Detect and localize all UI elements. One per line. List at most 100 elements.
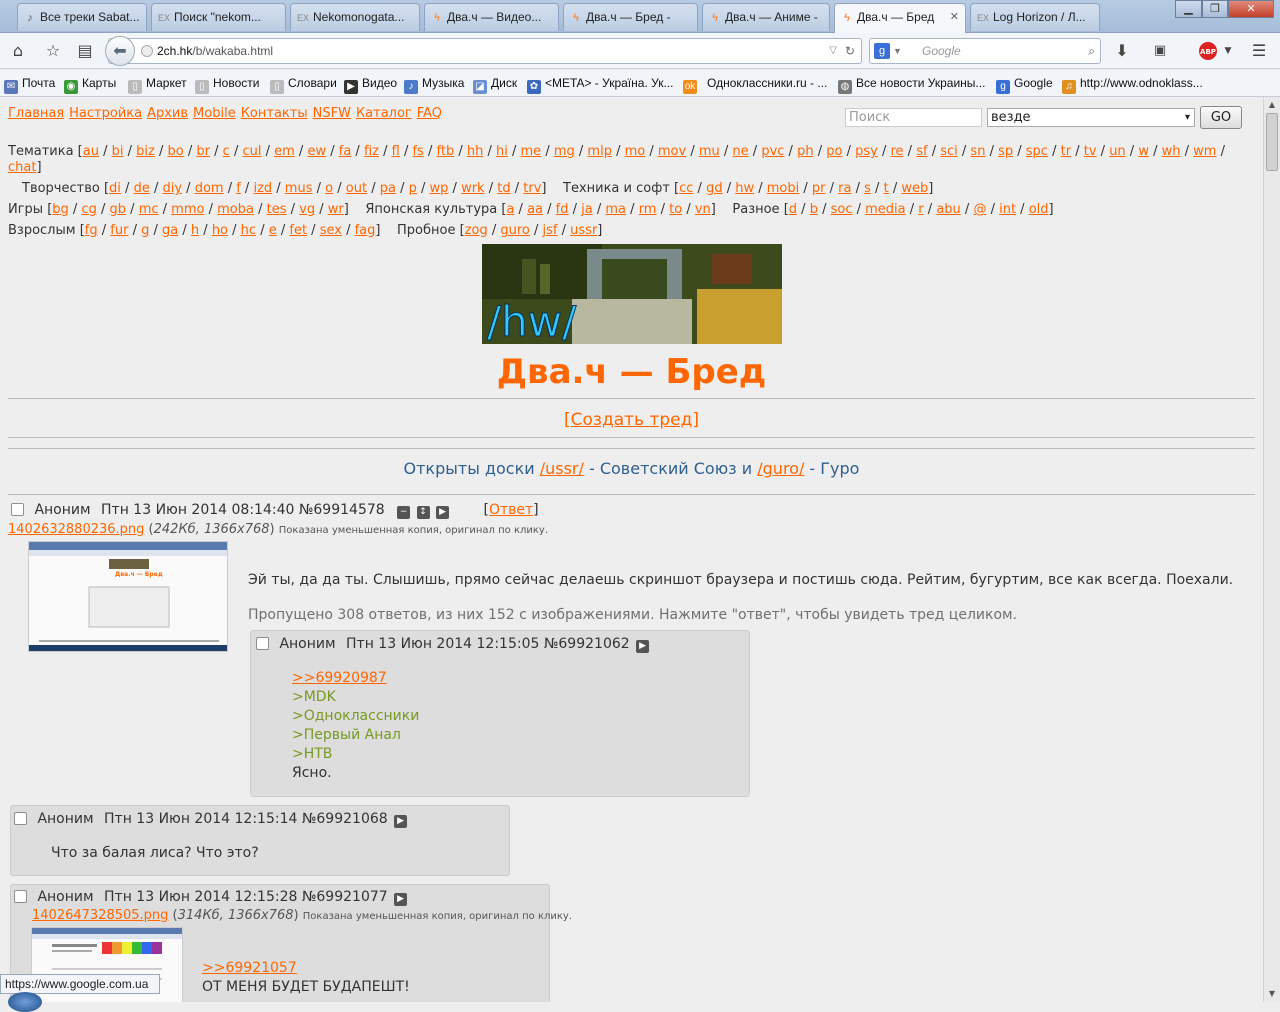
bookmark-meta[interactable]: ✿ <META> - Україна. Ук... bbox=[527, 76, 673, 94]
board-link[interactable]: d bbox=[789, 202, 797, 217]
play-icon[interactable]: ▶ bbox=[394, 815, 408, 828]
board-link[interactable]: zog bbox=[465, 223, 488, 238]
board-link[interactable]: r bbox=[918, 202, 923, 217]
board-link[interactable]: fl bbox=[392, 144, 400, 159]
tab-6-active[interactable]: ϟ Два.ч — Бред ✕ bbox=[834, 3, 966, 33]
reply-file-link[interactable]: 1402647328505.png bbox=[32, 908, 168, 923]
post-checkbox[interactable] bbox=[14, 812, 27, 825]
site-nav-link[interactable]: Каталог bbox=[356, 106, 412, 121]
board-link[interactable]: diy bbox=[162, 181, 182, 196]
board-link[interactable]: c bbox=[223, 144, 230, 159]
board-link[interactable]: t bbox=[884, 181, 889, 196]
board-link[interactable]: hh bbox=[467, 144, 483, 159]
board-link[interactable]: vg bbox=[299, 202, 315, 217]
board-link[interactable]: sn bbox=[970, 144, 985, 159]
board-link[interactable]: bg bbox=[52, 202, 69, 217]
board-link[interactable]: h bbox=[191, 223, 199, 238]
board-link[interactable]: mg bbox=[554, 144, 575, 159]
board-link[interactable]: td bbox=[497, 181, 510, 196]
board-link[interactable]: ussr bbox=[570, 223, 597, 238]
reload-icon[interactable]: ↻ bbox=[845, 39, 855, 63]
bookmark-video[interactable]: ▶ Видео bbox=[344, 76, 397, 94]
board-link[interactable]: p bbox=[409, 181, 417, 196]
board-link[interactable]: ra bbox=[838, 181, 851, 196]
board-link[interactable]: wm bbox=[1193, 144, 1216, 159]
board-link[interactable]: sp bbox=[998, 144, 1013, 159]
expand-icon[interactable]: ↕ bbox=[416, 506, 430, 519]
board-link[interactable]: rm bbox=[639, 202, 657, 217]
board-link[interactable]: @ bbox=[973, 202, 986, 217]
board-link[interactable]: fs bbox=[412, 144, 423, 159]
board-link[interactable]: wr bbox=[328, 202, 344, 217]
board-link[interactable]: cg bbox=[81, 202, 96, 217]
board-link[interactable]: out bbox=[346, 181, 367, 196]
board-link[interactable]: sf bbox=[916, 144, 927, 159]
board-link[interactable]: spc bbox=[1026, 144, 1048, 159]
board-link[interactable]: old bbox=[1029, 202, 1049, 217]
bookmark-slovari[interactable]: ▯ Словари bbox=[270, 76, 337, 94]
post-checkbox[interactable] bbox=[14, 890, 27, 903]
scroll-up-icon[interactable]: ▲ bbox=[1266, 99, 1278, 111]
post-reference-link[interactable]: >>69920987 bbox=[292, 670, 387, 686]
board-link[interactable]: ne bbox=[732, 144, 748, 159]
site-nav-link[interactable]: Архив bbox=[147, 106, 188, 121]
bookmark-star-icon[interactable]: ☆ bbox=[43, 41, 63, 61]
post-reference-link[interactable]: >>69921057 bbox=[202, 960, 297, 976]
board-link[interactable]: moba bbox=[217, 202, 254, 217]
ussr-board-link[interactable]: /ussr/ bbox=[540, 459, 584, 478]
board-link[interactable]: re bbox=[890, 144, 903, 159]
play-icon[interactable]: ▶ bbox=[636, 640, 650, 653]
board-link[interactable]: un bbox=[1109, 144, 1125, 159]
back-button[interactable]: ⬅ bbox=[105, 36, 135, 66]
tab-3[interactable]: ϟ Два.ч — Видео... bbox=[424, 3, 559, 31]
board-link[interactable]: mu bbox=[699, 144, 720, 159]
adblock-icon[interactable]: ABP bbox=[1199, 42, 1217, 60]
play-icon[interactable]: ▶ bbox=[394, 893, 408, 906]
post-number[interactable]: №69914578 bbox=[299, 502, 385, 518]
board-link[interactable]: biz bbox=[136, 144, 155, 159]
board-link[interactable]: hw bbox=[735, 181, 754, 196]
board-link[interactable]: chat bbox=[8, 160, 36, 175]
guro-board-link[interactable]: /guro/ bbox=[757, 459, 804, 478]
board-link[interactable]: pvc bbox=[761, 144, 784, 159]
menu-icon[interactable]: ☰ bbox=[1249, 41, 1269, 61]
board-link[interactable]: ho bbox=[212, 223, 228, 238]
post-checkbox[interactable] bbox=[256, 637, 269, 650]
board-link[interactable]: hi bbox=[496, 144, 508, 159]
op-file-link[interactable]: 1402632880236.png bbox=[8, 522, 144, 537]
play-icon[interactable]: ▶ bbox=[436, 506, 450, 519]
board-link[interactable]: soc bbox=[831, 202, 853, 217]
board-link[interactable]: ftb bbox=[437, 144, 455, 159]
search-engine-field[interactable]: Google g ▼ ⌕ bbox=[869, 38, 1101, 64]
tab-4[interactable]: ϟ Два.ч — Бред - bbox=[563, 3, 698, 31]
site-search-input[interactable]: Поиск bbox=[845, 108, 982, 127]
board-link[interactable]: vn bbox=[695, 202, 711, 217]
board-link[interactable]: pr bbox=[812, 181, 826, 196]
tab-1[interactable]: EX Поиск "nekom... bbox=[151, 3, 286, 31]
bookmarks-list-icon[interactable]: ▤ bbox=[75, 41, 95, 61]
board-link[interactable]: fd bbox=[556, 202, 569, 217]
bookmark-google[interactable]: g Google bbox=[996, 76, 1053, 94]
search-scope-select[interactable]: везде bbox=[987, 108, 1195, 127]
board-link[interactable]: tv bbox=[1084, 144, 1097, 159]
board-link[interactable]: em bbox=[274, 144, 295, 159]
board-link[interactable]: trv bbox=[523, 181, 541, 196]
board-link[interactable]: media bbox=[865, 202, 906, 217]
board-link[interactable]: fg bbox=[85, 223, 98, 238]
site-nav-link[interactable]: NSFW bbox=[313, 106, 351, 121]
board-link[interactable]: cul bbox=[242, 144, 261, 159]
board-link[interactable]: tr bbox=[1061, 144, 1071, 159]
board-link[interactable]: a bbox=[506, 202, 514, 217]
board-link[interactable]: abu bbox=[936, 202, 960, 217]
board-link[interactable]: fag bbox=[355, 223, 376, 238]
board-link[interactable]: sex bbox=[320, 223, 342, 238]
url-dropdown-icon[interactable]: ▽ bbox=[829, 39, 837, 63]
board-link[interactable]: fet bbox=[289, 223, 307, 238]
tab-7[interactable]: EX Log Horizon / Л... bbox=[970, 3, 1100, 31]
site-nav-link[interactable]: Контакты bbox=[241, 106, 308, 121]
close-tab-icon[interactable]: ✕ bbox=[950, 10, 959, 23]
board-link[interactable]: izd bbox=[253, 181, 272, 196]
board-link[interactable]: g bbox=[141, 223, 149, 238]
board-banner[interactable]: /hw/ bbox=[482, 244, 782, 344]
board-link[interactable]: jsf bbox=[543, 223, 558, 238]
